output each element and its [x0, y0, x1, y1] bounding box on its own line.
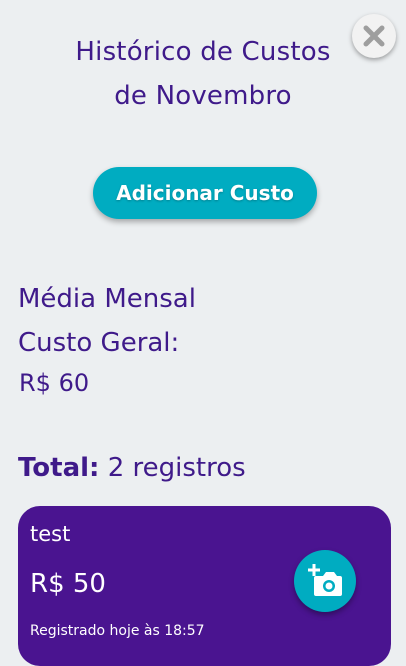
- page-title-line1: Histórico de Custos: [75, 37, 331, 67]
- average-value: R$ 60: [19, 369, 90, 397]
- record-registered-date: Registrado hoje às 18:57: [30, 623, 205, 639]
- page-title: Histórico de Custos de Novembro: [40, 30, 366, 118]
- average-label-line1: Média Mensal: [18, 284, 196, 314]
- total-row: Total: 2 registros: [18, 448, 246, 488]
- cost-record-card[interactable]: test R$ 50 Registrado hoje às 18:57: [18, 506, 391, 666]
- add-photo-button[interactable]: [294, 550, 356, 612]
- add-cost-button[interactable]: Adicionar Custo: [93, 167, 317, 219]
- add-photo-icon: [308, 564, 342, 596]
- total-value: 2 registros: [107, 453, 246, 483]
- average-label: Média Mensal Custo Geral:: [18, 277, 196, 365]
- page-title-line2: de Novembro: [114, 81, 292, 111]
- record-name: test: [30, 522, 71, 546]
- record-value: R$ 50: [30, 569, 106, 599]
- total-label: Total:: [18, 453, 100, 483]
- average-label-line2: Custo Geral:: [18, 328, 180, 358]
